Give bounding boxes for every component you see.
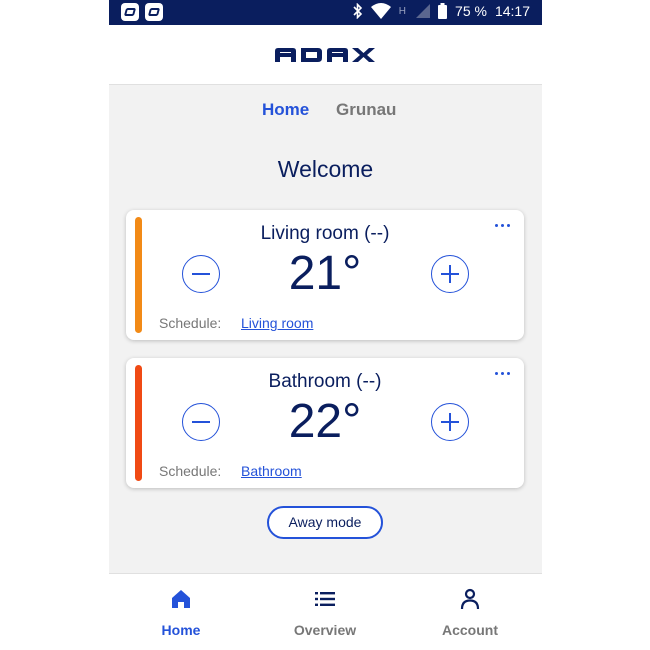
person-icon xyxy=(460,588,480,610)
nav-label: Overview xyxy=(293,622,357,638)
schedule-link[interactable]: Living room xyxy=(241,315,313,331)
room-card-living-room: Living room (--) 21° Schedule: Living ro… xyxy=(126,210,524,340)
nav-account[interactable]: Account xyxy=(410,574,530,650)
away-mode-button[interactable]: Away mode xyxy=(267,506,383,539)
status-bar: H 75 % 14:17 xyxy=(109,0,542,25)
schedule-label: Schedule: xyxy=(159,463,222,479)
status-indicators: H 75 % 14:17 xyxy=(353,3,530,19)
app-notification-icon xyxy=(145,3,163,21)
nav-home[interactable]: Home xyxy=(121,574,241,650)
tab-home[interactable]: Home xyxy=(262,100,309,120)
adax-logo xyxy=(275,48,375,62)
schedule-label: Schedule: xyxy=(159,315,222,331)
battery-icon xyxy=(438,3,448,19)
tab-grunau[interactable]: Grunau xyxy=(336,100,396,120)
bottom-navigation: Home Overview Account xyxy=(109,573,542,650)
nav-overview[interactable]: Overview xyxy=(265,574,385,650)
increase-temperature-button[interactable] xyxy=(431,403,469,441)
nav-label: Home xyxy=(161,622,201,638)
welcome-heading: Welcome xyxy=(277,156,374,182)
list-icon xyxy=(315,592,335,606)
bluetooth-icon xyxy=(353,3,362,19)
clock: 14:17 xyxy=(494,3,530,19)
app-header xyxy=(109,25,542,85)
increase-temperature-button[interactable] xyxy=(431,255,469,293)
home-icon xyxy=(172,590,190,608)
notification-icons xyxy=(121,3,163,21)
more-options-icon[interactable] xyxy=(495,368,510,379)
wifi-icon xyxy=(370,3,391,19)
battery-level: 75 % xyxy=(455,3,487,19)
nav-label: Account xyxy=(442,622,498,638)
phone-screen: H 75 % 14:17 Home Grunau Welcome Living … xyxy=(109,0,542,650)
signal-icon xyxy=(416,4,431,18)
app-notification-icon xyxy=(121,3,139,21)
network-type: H xyxy=(398,5,407,17)
room-card-bathroom: Bathroom (--) 22° Schedule: Bathroom xyxy=(126,358,524,488)
room-name: Bathroom (--) xyxy=(268,371,382,392)
location-tabs: Home Grunau xyxy=(109,100,542,124)
room-name: Living room (--) xyxy=(260,223,390,244)
schedule-link[interactable]: Bathroom xyxy=(241,463,302,479)
more-options-icon[interactable] xyxy=(495,220,510,231)
